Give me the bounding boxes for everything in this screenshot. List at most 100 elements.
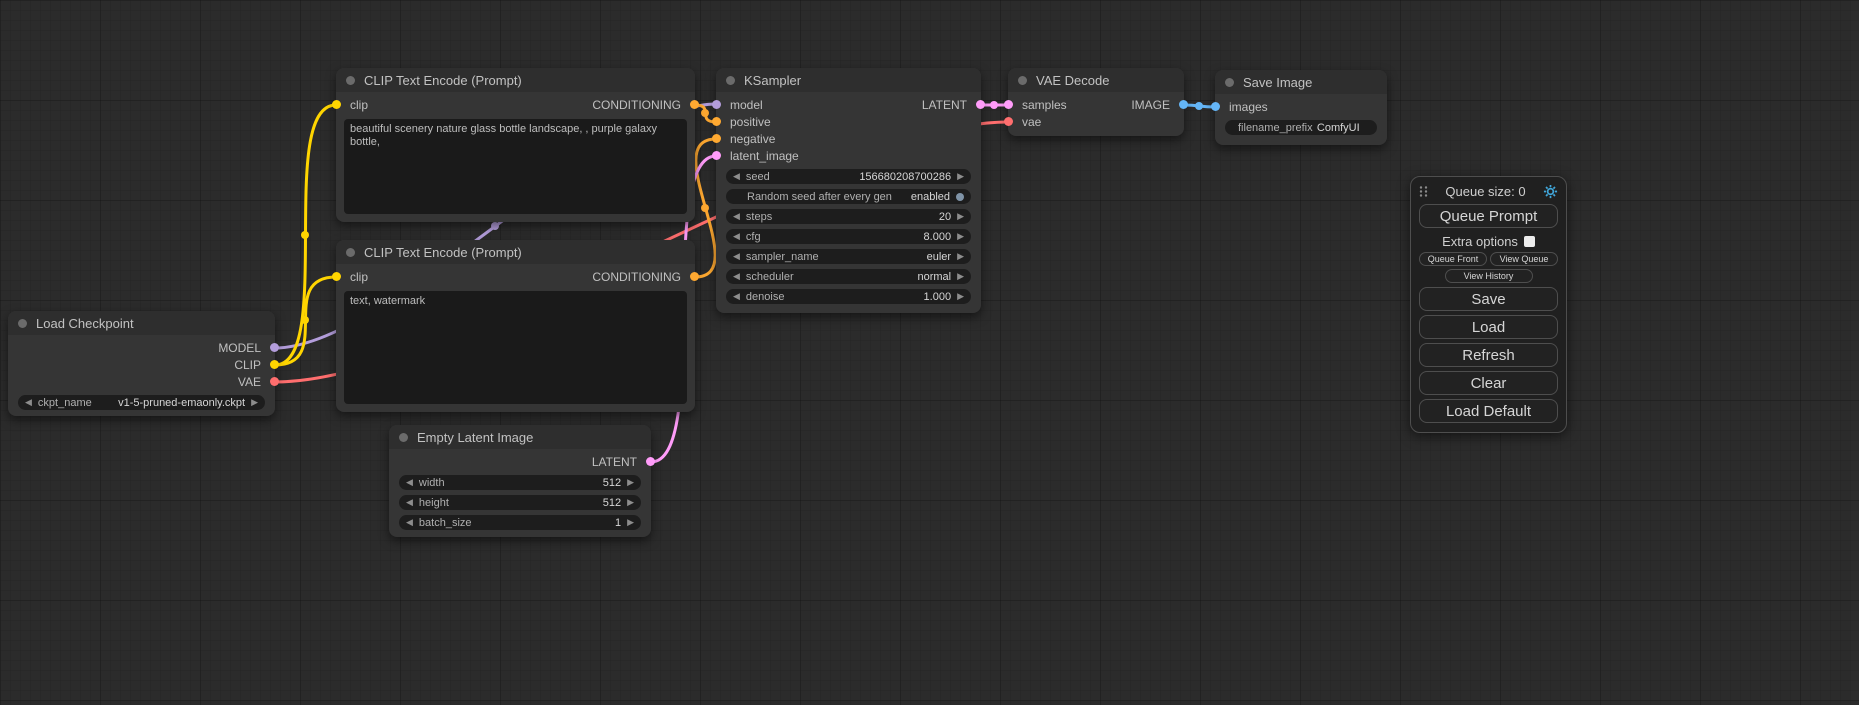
widget-cfg[interactable]: ◀ cfg 8.000 ▶ [726,229,971,244]
increment-arrow-icon[interactable]: ▶ [957,212,964,221]
node-title-bar[interactable]: KSampler [716,68,981,92]
output-port-conditioning[interactable] [690,100,699,109]
node-title-bar[interactable]: CLIP Text Encode (Prompt) [336,68,695,92]
node-title-bar[interactable]: Load Checkpoint [8,311,275,335]
input-label-vae: vae [1008,115,1041,129]
increment-arrow-icon[interactable]: ▶ [957,232,964,241]
settings-gear-icon[interactable] [1543,184,1558,199]
widget-height[interactable]: ◀ height 512 ▶ [399,495,641,510]
node-title: CLIP Text Encode (Prompt) [364,245,522,260]
slot-row: samples IMAGE [1008,96,1184,113]
load-button[interactable]: Load [1419,315,1558,339]
output-port-conditioning[interactable] [690,272,699,281]
collapse-dot-icon[interactable] [399,433,408,442]
node-title-bar[interactable]: CLIP Text Encode (Prompt) [336,240,695,264]
node-empty-latent-image[interactable]: Empty Latent Image LATENT ◀ width 512 ▶ … [389,425,651,537]
input-port-model[interactable] [712,100,721,109]
collapse-dot-icon[interactable] [346,248,355,257]
decrement-arrow-icon[interactable]: ◀ [733,172,740,181]
widget-steps[interactable]: ◀ steps 20 ▶ [726,209,971,224]
input-port-clip[interactable] [332,100,341,109]
node-clip-text-encode-negative[interactable]: CLIP Text Encode (Prompt) clip CONDITION… [336,240,695,412]
increment-arrow-icon[interactable]: ▶ [957,272,964,281]
widget-value: ComfyUI [1313,122,1364,134]
decrement-arrow-icon[interactable]: ◀ [25,398,32,407]
output-port-latent[interactable] [976,100,985,109]
decrement-arrow-icon[interactable]: ◀ [406,478,413,487]
node-vae-decode[interactable]: VAE Decode samples IMAGE vae [1008,68,1184,136]
widget-name: ckpt_name [38,397,92,409]
increment-arrow-icon[interactable]: ▶ [251,398,258,407]
clear-button[interactable]: Clear [1419,371,1558,395]
input-port-vae[interactable] [1004,117,1013,126]
collapse-dot-icon[interactable] [1018,76,1027,85]
queue-size-label: Queue size: 0 [1445,184,1525,199]
queue-menu-panel: Queue size: 0 Queue Prompt Extra options… [1410,176,1567,433]
drag-handle-icon[interactable] [1419,185,1428,198]
widget-name: filename_prefix [1238,122,1313,134]
prompt-textarea[interactable]: text, watermark [344,291,687,404]
queue-front-button[interactable]: Queue Front [1419,252,1487,266]
increment-arrow-icon[interactable]: ▶ [957,292,964,301]
widget-filename-prefix[interactable]: filename_prefix ComfyUI [1225,120,1377,135]
node-clip-text-encode-positive[interactable]: CLIP Text Encode (Prompt) clip CONDITION… [336,68,695,222]
output-port-model[interactable] [270,343,279,352]
input-port-samples[interactable] [1004,100,1013,109]
node-load-checkpoint[interactable]: Load Checkpoint MODEL CLIP VAE ◀ ckpt_na… [8,311,275,416]
widget-random-seed-toggle[interactable]: Random seed after every gen enabled [726,189,971,204]
node-title: Load Checkpoint [36,316,134,331]
decrement-arrow-icon[interactable]: ◀ [406,518,413,527]
node-title-bar[interactable]: Empty Latent Image [389,425,651,449]
extra-options-checkbox[interactable] [1524,236,1535,247]
collapse-dot-icon[interactable] [1225,78,1234,87]
increment-arrow-icon[interactable]: ▶ [957,172,964,181]
graph-canvas[interactable]: Load Checkpoint MODEL CLIP VAE ◀ ckpt_na… [0,0,1859,705]
input-port-latent-image[interactable] [712,151,721,160]
prompt-textarea[interactable]: beautiful scenery nature glass bottle la… [344,119,687,214]
output-port-vae[interactable] [270,377,279,386]
widget-name: height [419,497,449,509]
node-title-bar[interactable]: Save Image [1215,70,1387,94]
output-port-latent[interactable] [646,457,655,466]
load-default-button[interactable]: Load Default [1419,399,1558,423]
widget-batch-size[interactable]: ◀ batch_size 1 ▶ [399,515,641,530]
toggle-dot-icon[interactable] [956,193,964,201]
increment-arrow-icon[interactable]: ▶ [627,518,634,527]
input-port-clip[interactable] [332,272,341,281]
decrement-arrow-icon[interactable]: ◀ [733,272,740,281]
queue-prompt-button[interactable]: Queue Prompt [1419,204,1558,228]
increment-arrow-icon[interactable]: ▶ [627,498,634,507]
increment-arrow-icon[interactable]: ▶ [627,478,634,487]
view-queue-button[interactable]: View Queue [1490,252,1558,266]
widget-seed[interactable]: ◀ seed 156680208700286 ▶ [726,169,971,184]
decrement-arrow-icon[interactable]: ◀ [733,292,740,301]
widget-value: 1.000 [784,291,951,303]
widget-ckpt-name[interactable]: ◀ ckpt_name v1-5-pruned-emaonly.ckpt ▶ [18,395,265,410]
decrement-arrow-icon[interactable]: ◀ [733,212,740,221]
link-midpoint-dot [301,316,309,324]
refresh-button[interactable]: Refresh [1419,343,1558,367]
input-port-images[interactable] [1211,102,1220,111]
widget-scheduler[interactable]: ◀ scheduler normal ▶ [726,269,971,284]
save-button[interactable]: Save [1419,287,1558,311]
node-save-image[interactable]: Save Image images filename_prefix ComfyU… [1215,70,1387,145]
widget-denoise[interactable]: ◀ denoise 1.000 ▶ [726,289,971,304]
collapse-dot-icon[interactable] [726,76,735,85]
view-history-button[interactable]: View History [1445,269,1533,283]
decrement-arrow-icon[interactable]: ◀ [406,498,413,507]
increment-arrow-icon[interactable]: ▶ [957,252,964,261]
input-port-negative[interactable] [712,134,721,143]
widget-value: 156680208700286 [770,171,951,183]
collapse-dot-icon[interactable] [346,76,355,85]
decrement-arrow-icon[interactable]: ◀ [733,252,740,261]
widget-name: Random seed after every gen [747,191,892,203]
decrement-arrow-icon[interactable]: ◀ [733,232,740,241]
output-port-image[interactable] [1179,100,1188,109]
widget-sampler-name[interactable]: ◀ sampler_name euler ▶ [726,249,971,264]
node-ksampler[interactable]: KSampler model LATENT positive negative … [716,68,981,313]
collapse-dot-icon[interactable] [18,319,27,328]
output-port-clip[interactable] [270,360,279,369]
node-title-bar[interactable]: VAE Decode [1008,68,1184,92]
input-port-positive[interactable] [712,117,721,126]
widget-width[interactable]: ◀ width 512 ▶ [399,475,641,490]
